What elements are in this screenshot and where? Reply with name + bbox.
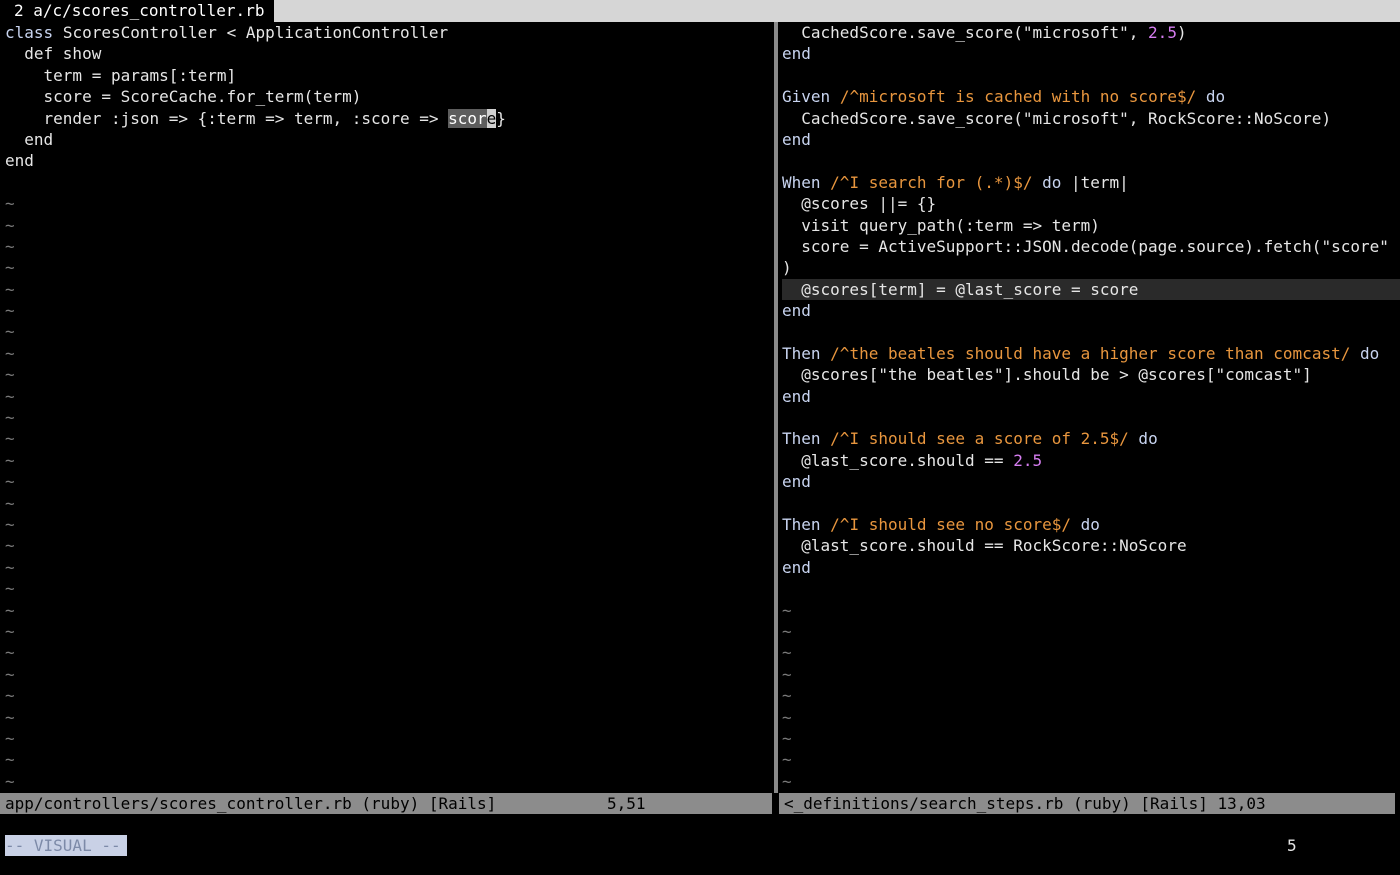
command-line[interactable]: -- VISUAL -- 5 bbox=[0, 835, 1400, 857]
tabline: 2 a/c/scores_controller.rb bbox=[0, 0, 1400, 22]
code-line: score = ActiveSupport::JSON.decode(page.… bbox=[782, 236, 1389, 256]
editor-pane-right[interactable]: CachedScore.save_score("microsoft", 2.5)… bbox=[782, 22, 1400, 793]
tilde-marker: ~ bbox=[782, 600, 792, 620]
code-lines: CachedScore.save_score("microsoft", 2.5)… bbox=[782, 22, 1400, 600]
code-line: @scores["the beatles"].should be > @scor… bbox=[782, 365, 1312, 385]
tilde-marker: ~ bbox=[782, 621, 792, 641]
tilde-marker: ~ bbox=[5, 258, 15, 278]
tilde-marker: ~ bbox=[5, 386, 15, 406]
tilde-marker: ~ bbox=[5, 664, 15, 684]
tilde-marker: ~ bbox=[782, 686, 792, 706]
vertical-split-separator[interactable] bbox=[774, 22, 778, 793]
empty-line-markers: ~~~~~~~~~~~~~~~~~~~~~~~~~~~~~ bbox=[5, 193, 771, 793]
tilde-marker: ~ bbox=[5, 557, 15, 577]
code-line: @last_score.should == RockScore::NoScore bbox=[782, 536, 1187, 556]
tilde-marker: ~ bbox=[782, 771, 792, 791]
code-line: end bbox=[782, 472, 811, 492]
selection-count: 5 bbox=[1287, 836, 1297, 855]
code-line: When /^I search for (.*)$/ do |term| bbox=[782, 172, 1129, 192]
code-line: end bbox=[782, 301, 811, 321]
tilde-marker: ~ bbox=[5, 771, 15, 791]
tilde-marker: ~ bbox=[782, 664, 792, 684]
code-line: visit query_path(:term => term) bbox=[782, 215, 1100, 235]
code-line: Then /^I should see a score of 2.5$/ do bbox=[782, 429, 1158, 449]
cursor-position: 5,51 bbox=[607, 794, 646, 813]
tilde-marker: ~ bbox=[5, 750, 15, 770]
tilde-marker: ~ bbox=[5, 215, 15, 235]
tilde-marker: ~ bbox=[782, 728, 792, 748]
empty-line-markers: ~ ~ ~ ~ ~ ~ ~ ~ ~ bbox=[782, 600, 1400, 793]
code-line: def show bbox=[5, 44, 102, 64]
code-line: end bbox=[5, 151, 34, 171]
tilde-marker: ~ bbox=[5, 536, 15, 556]
tilde-marker: ~ bbox=[782, 707, 792, 727]
editor-pane-left[interactable]: class ScoresController < ApplicationCont… bbox=[5, 22, 771, 793]
tilde-marker: ~ bbox=[5, 579, 15, 599]
tab-scores-controller[interactable]: 2 a/c/scores_controller.rb bbox=[0, 0, 275, 22]
tilde-marker: ~ bbox=[5, 493, 15, 513]
tilde-marker: ~ bbox=[5, 365, 15, 385]
code-line: end bbox=[5, 129, 54, 149]
status-filename: app/controllers/scores_controller.rb (ru… bbox=[5, 794, 497, 813]
code-line: @scores ||= {} bbox=[782, 194, 937, 214]
code-line: class ScoresController < ApplicationCont… bbox=[5, 23, 449, 42]
tilde-marker: ~ bbox=[782, 643, 792, 663]
tilde-marker: ~ bbox=[5, 600, 15, 620]
code-line: @last_score.should == 2.5 bbox=[782, 450, 1043, 470]
code-line: end bbox=[782, 129, 811, 149]
tilde-marker: ~ bbox=[5, 450, 15, 470]
tilde-marker: ~ bbox=[782, 750, 792, 770]
status-line-right: <_definitions/search_steps.rb (ruby) [Ra… bbox=[779, 793, 1395, 814]
tilde-marker: ~ bbox=[5, 408, 15, 428]
mode-indicator: -- VISUAL -- bbox=[5, 835, 127, 856]
code-line: Then /^the beatles should have a higher … bbox=[782, 343, 1380, 363]
visual-selection: scor bbox=[448, 108, 487, 128]
code-line: term = params[:term] bbox=[5, 65, 237, 85]
code-line: end bbox=[782, 557, 811, 577]
tilde-marker: ~ bbox=[5, 686, 15, 706]
code-line: @scores[term] = @last_score = score bbox=[782, 278, 1400, 301]
tilde-marker: ~ bbox=[5, 279, 15, 299]
status-line-left: app/controllers/scores_controller.rb (ru… bbox=[0, 793, 772, 814]
tilde-marker: ~ bbox=[5, 472, 15, 492]
tilde-marker: ~ bbox=[5, 707, 15, 727]
tilde-marker: ~ bbox=[5, 322, 15, 342]
code-line: ) bbox=[782, 258, 792, 278]
code-line: end bbox=[782, 44, 811, 64]
code-line-cursor: render :json => {:term => term, :score =… bbox=[5, 108, 506, 128]
code-line: end bbox=[782, 386, 811, 406]
status-filename: <_definitions/search_steps.rb (ruby) [Ra… bbox=[784, 794, 1266, 813]
code-line: score = ScoreCache.for_term(term) bbox=[5, 87, 362, 107]
code-line: Then /^I should see no score$/ do bbox=[782, 514, 1100, 534]
tilde-marker: ~ bbox=[5, 429, 15, 449]
code-line: Given /^microsoft is cached with no scor… bbox=[782, 87, 1226, 107]
code-line: CachedScore.save_score("microsoft", Rock… bbox=[782, 108, 1332, 128]
code-line: CachedScore.save_score("microsoft", 2.5) bbox=[782, 23, 1187, 42]
tilde-marker: ~ bbox=[5, 643, 15, 663]
tilde-marker: ~ bbox=[5, 514, 15, 534]
tilde-marker: ~ bbox=[5, 301, 15, 321]
tilde-marker: ~ bbox=[5, 343, 15, 363]
tilde-marker: ~ bbox=[5, 236, 15, 256]
cursor: e bbox=[486, 108, 497, 128]
tilde-marker: ~ bbox=[5, 194, 15, 214]
tilde-marker: ~ bbox=[5, 621, 15, 641]
tilde-marker: ~ bbox=[5, 728, 15, 748]
